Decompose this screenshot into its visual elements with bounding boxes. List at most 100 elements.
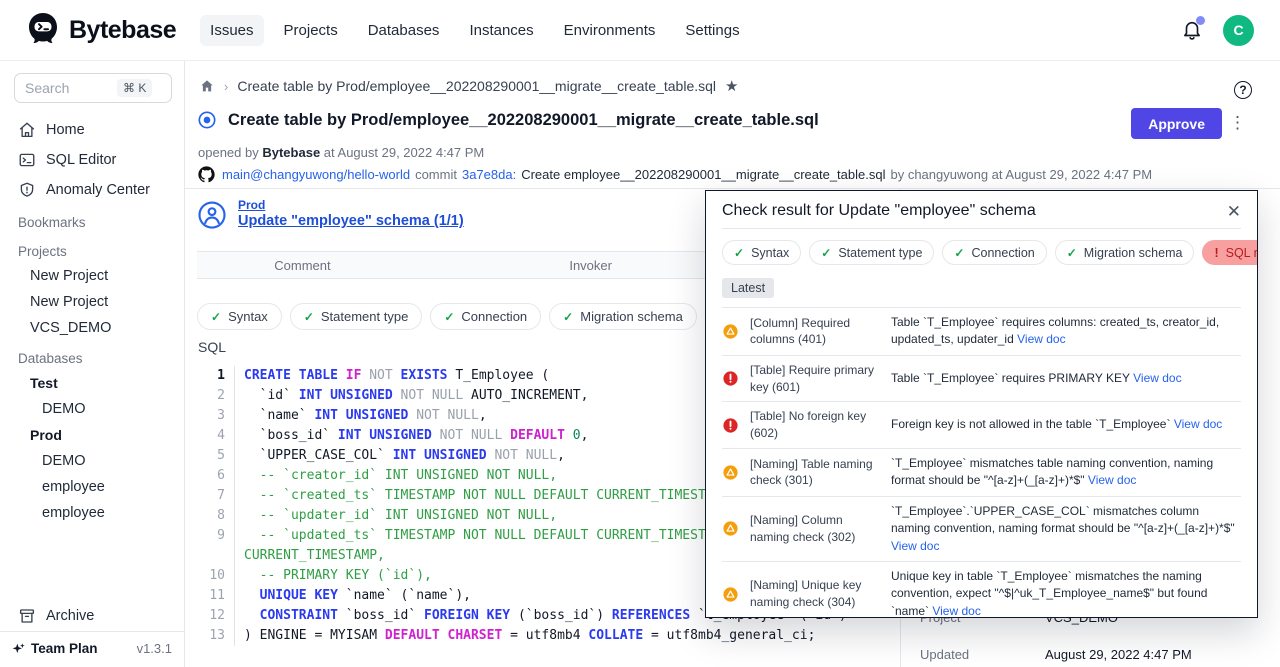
nav-item-databases[interactable]: Databases [358, 15, 450, 46]
check-pill-syntax[interactable]: ✓Syntax [722, 240, 801, 265]
bytebase-app: Bytebase Issues Projects Databases Instance… [0, 0, 1280, 667]
line-number: 8 [197, 506, 235, 526]
error-icon [722, 417, 739, 434]
check-pill-statement-type[interactable]: ✓Statement type [290, 303, 423, 330]
vcs-commit-message: Create employee__202208290001__migrate__… [521, 167, 885, 182]
plan-footer[interactable]: Team Plan v1.3.1 [0, 631, 184, 665]
code-text: -- `created_ts` TIMESTAMP NOT NULL DEFAU… [235, 486, 737, 506]
line-number [197, 546, 235, 566]
sidebar-project-item[interactable]: New Project [0, 289, 184, 315]
warning-icon [722, 323, 739, 340]
view-doc-link[interactable]: View doc [932, 604, 980, 618]
sidebar-item-home[interactable]: Home [0, 115, 184, 145]
help-icon[interactable]: ? [1234, 81, 1252, 99]
vcs-commit-link[interactable]: 3a7e8da: [462, 167, 516, 182]
check-pill-connection[interactable]: ✓Connection [942, 240, 1046, 265]
sidebar-db-item[interactable]: DEMO [0, 396, 184, 422]
check-pill-label: Statement type [838, 246, 922, 260]
view-doc-link[interactable]: View doc [891, 539, 939, 553]
approve-button[interactable]: Approve [1131, 108, 1222, 139]
sidebar-item-label: Archive [46, 608, 94, 624]
breadcrumb: › Create table by Prod/employee__2022082… [199, 77, 738, 95]
notifications-bell-icon[interactable] [1181, 19, 1203, 41]
code-text: `UPPER_CASE_COL` INT UNSIGNED NOT NULL, [235, 446, 565, 466]
sidebar-item-anomaly-center[interactable]: Anomaly Center [0, 175, 184, 205]
sidebar-item-label: SQL Editor [46, 152, 116, 168]
sidebar-db-item[interactable]: employee [0, 474, 184, 500]
version-label: v1.3.1 [137, 641, 172, 656]
check-pill-sql-review[interactable]: !SQL review [1202, 240, 1258, 265]
terminal-icon [18, 151, 36, 169]
line-number: 4 [197, 426, 235, 446]
line-number: 13 [197, 626, 235, 646]
warning-icon [722, 520, 739, 537]
code-text: -- PRIMARY KEY (`id`), [235, 566, 432, 586]
sidebar-db-group[interactable]: Prod [0, 422, 184, 448]
issue-status-icon [197, 110, 217, 130]
check-pill-connection[interactable]: ✓Connection [430, 303, 541, 330]
sidebar-db-item[interactable]: DEMO [0, 448, 184, 474]
avatar[interactable]: C [1223, 15, 1254, 46]
sidebar-db-item[interactable]: employee [0, 500, 184, 526]
finding-rule: [Naming] Table naming check (301) [750, 456, 880, 490]
property-label: Updated [920, 647, 969, 662]
sidebar-item-label: Anomaly Center [46, 182, 150, 198]
breadcrumb-link[interactable]: Create table by Prod/employee__202208290… [237, 78, 716, 94]
code-line: 13) ENGINE = MYISAM DEFAULT CHARSET = ut… [197, 626, 893, 646]
vcs-commit-line: main@changyuwong/hello-world commit 3a7e… [198, 166, 1152, 183]
column-header-comment: Comment [197, 258, 408, 273]
finding-row: [Table] No foreign key (602)Foreign key … [722, 402, 1241, 449]
sidebar-section-projects: Projects [0, 234, 184, 263]
check-pill-migration-schema[interactable]: ✓Migration schema [549, 303, 697, 330]
finding-row: [Table] Require primary key (601)Table `… [722, 356, 1241, 403]
view-doc-link[interactable]: View doc [1174, 417, 1222, 431]
sidebar-item-archive[interactable]: Archive [0, 601, 184, 631]
code-text: UNIQUE KEY `name` (`name`), [235, 586, 471, 606]
finding-description: `T_Employee` mismatches table naming con… [891, 455, 1241, 490]
sidebar-item-sql-editor[interactable]: SQL Editor [0, 145, 184, 175]
sidebar-section-bookmarks: Bookmarks [0, 205, 184, 234]
view-doc-link[interactable]: View doc [1088, 473, 1136, 487]
view-doc-link[interactable]: View doc [1133, 371, 1181, 385]
finding-description: `T_Employee`.`UPPER_CASE_COL` mismatches… [891, 503, 1241, 555]
vcs-branch-link[interactable]: main@changyuwong/hello-world [222, 167, 410, 182]
close-icon[interactable]: ✕ [1227, 203, 1241, 220]
line-number: 9 [197, 526, 235, 546]
line-number: 11 [197, 586, 235, 606]
nav-item-issues[interactable]: Issues [200, 15, 263, 46]
nav-item-projects[interactable]: Projects [274, 15, 348, 46]
finding-row: [Naming] Unique key naming check (304)Un… [722, 562, 1241, 618]
property-value: August 29, 2022 4:47 PM [1045, 647, 1192, 662]
home-breadcrumb-icon[interactable] [199, 78, 215, 94]
nav-item-settings[interactable]: Settings [675, 15, 749, 46]
finding-description: Unique key in table `T_Employee` mismatc… [891, 568, 1241, 618]
check-pill-label: Connection [971, 246, 1034, 260]
brand[interactable]: Bytebase [26, 11, 176, 50]
line-number: 1 [197, 366, 235, 386]
sidebar-db-group[interactable]: Test [0, 370, 184, 396]
bookmark-star-icon[interactable]: ★ [725, 77, 738, 95]
notification-dot [1196, 16, 1205, 25]
search-input[interactable] [25, 80, 111, 96]
stage-task-link[interactable]: Update "employee" schema (1/1) [238, 213, 464, 229]
plan-name: Team Plan [31, 641, 98, 656]
check-pill-statement-type[interactable]: ✓Statement type [809, 240, 934, 265]
line-number: 10 [197, 566, 235, 586]
stage-env-link[interactable]: Prod [238, 198, 464, 212]
latest-badge: Latest [722, 278, 774, 298]
brand-name: Bytebase [69, 16, 176, 45]
check-pill-label: Connection [461, 309, 527, 324]
sidebar-project-item[interactable]: New Project [0, 263, 184, 289]
archive-icon [18, 607, 36, 625]
sidebar-project-item[interactable]: VCS_DEMO [0, 315, 184, 341]
check-pill-migration-schema[interactable]: ✓Migration schema [1055, 240, 1195, 265]
search-box[interactable]: ⌘ K [14, 73, 172, 103]
nav-item-environments[interactable]: Environments [554, 15, 666, 46]
check-pill-label: Syntax [751, 246, 789, 260]
nav-item-instances[interactable]: Instances [459, 15, 543, 46]
view-doc-link[interactable]: View doc [1017, 332, 1065, 346]
check-pill-syntax[interactable]: ✓Syntax [197, 303, 282, 330]
more-options-icon[interactable]: ⋮ [1229, 111, 1246, 135]
vcs-commit-meta: by changyuwong at August 29, 2022 4:47 P… [890, 167, 1152, 182]
finding-rule: [Naming] Column naming check (302) [750, 512, 880, 546]
